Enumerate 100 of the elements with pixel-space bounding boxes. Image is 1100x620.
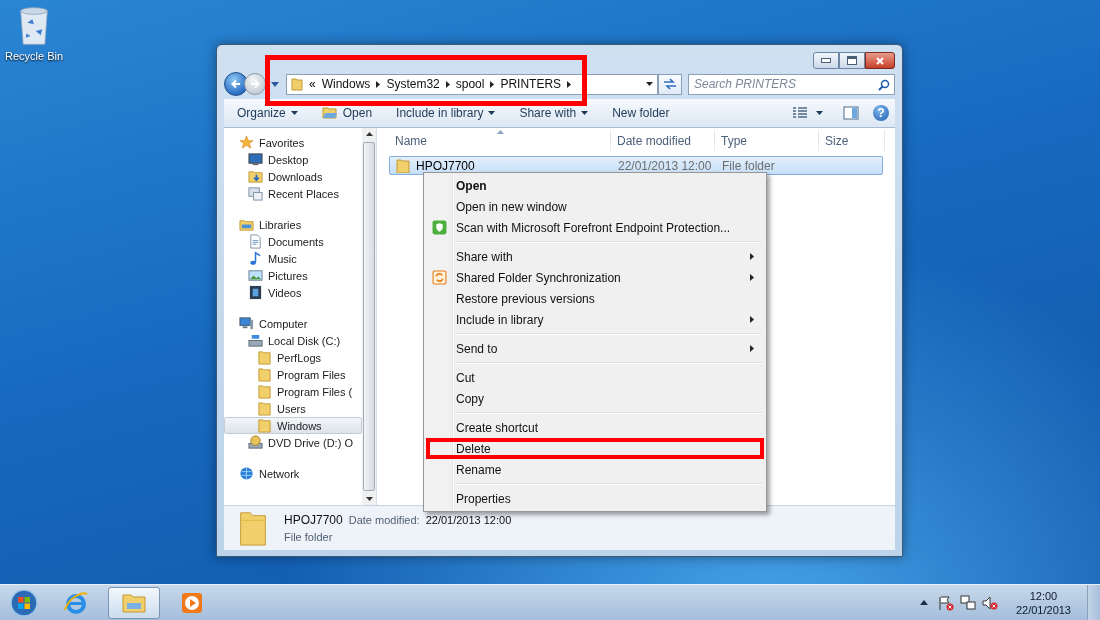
menu-item[interactable]: Delete xyxy=(426,438,765,459)
nav-item[interactable]: PerfLogs xyxy=(224,349,362,366)
nav-item[interactable]: Desktop xyxy=(224,151,362,168)
document-icon xyxy=(248,234,263,249)
minimize-button[interactable] xyxy=(813,52,839,69)
caret-icon[interactable] xyxy=(271,81,279,87)
menu-item[interactable]: Open in new window xyxy=(426,196,765,217)
breadcrumb[interactable]: spool xyxy=(455,77,485,91)
menu-item[interactable]: Create shortcut xyxy=(426,417,765,438)
toolbar-button[interactable]: Share with xyxy=(512,103,596,123)
recent-places-icon xyxy=(248,186,263,201)
windows-orb-icon xyxy=(9,587,39,618)
sort-arrow-icon xyxy=(496,130,504,134)
close-button[interactable] xyxy=(865,52,895,69)
show-hidden-icons-caret[interactable] xyxy=(919,600,928,605)
nav-item[interactable]: Users xyxy=(224,400,362,417)
nav-item[interactable]: Videos xyxy=(224,284,362,301)
clock-date: 22/01/2013 xyxy=(1015,602,1071,617)
folder-icon xyxy=(257,350,272,365)
toolbar-button[interactable]: Include in library xyxy=(389,103,503,123)
nav-item[interactable]: Music xyxy=(224,250,362,267)
menu-item[interactable]: Scan with Microsoft Forefront Endpoint Protection... xyxy=(426,217,765,238)
chevron-icon[interactable] xyxy=(445,80,450,88)
file-name: HPOJ7700 xyxy=(416,158,475,173)
breadcrumb[interactable]: Windows xyxy=(321,77,371,91)
menu-item[interactable]: Open xyxy=(426,175,765,196)
refresh-button[interactable] xyxy=(658,73,682,95)
item-name: HPOJ7700 xyxy=(284,513,343,527)
nav-item[interactable]: Favorites xyxy=(224,134,362,151)
menu-item[interactable]: Cut xyxy=(426,367,765,388)
folder-icon xyxy=(257,384,272,399)
disc-drive-icon xyxy=(248,435,263,450)
film-icon xyxy=(248,285,263,300)
folder-icon xyxy=(396,158,410,173)
flag-icon[interactable] xyxy=(937,594,954,611)
muted-speaker-icon[interactable] xyxy=(981,594,998,611)
taskbar-button[interactable] xyxy=(108,586,160,619)
nav-item[interactable]: Recent Places xyxy=(224,185,362,202)
breadcrumb[interactable]: System32 xyxy=(386,77,440,91)
menu-item[interactable]: Properties xyxy=(426,488,765,509)
caret-icon xyxy=(290,111,298,115)
nav-item[interactable]: Pictures xyxy=(224,267,362,284)
column-header[interactable]: Date modified xyxy=(611,130,715,151)
picture-icon xyxy=(248,268,263,283)
search-icon[interactable] xyxy=(878,78,890,91)
nav-item[interactable]: DVD Drive (D:) O xyxy=(224,434,362,451)
clock-time: 12:00 xyxy=(1029,588,1058,603)
globe-icon xyxy=(239,466,254,481)
scroll-down-arrow-icon[interactable] xyxy=(365,497,373,501)
file-date: 22/01/2013 12:00 xyxy=(617,158,713,173)
view-list-icon[interactable] xyxy=(792,106,808,120)
column-header[interactable]: Type xyxy=(715,130,819,151)
column-header[interactable]: Name xyxy=(389,130,611,151)
menu-item[interactable]: Rename xyxy=(426,459,765,480)
toolbar-button[interactable]: Open xyxy=(314,103,380,123)
browser-icon xyxy=(63,589,89,616)
recycle-bin-icon[interactable] xyxy=(17,6,51,46)
breadcrumb[interactable]: PRINTERS xyxy=(500,77,562,91)
menu-item[interactable]: Restore previous versions xyxy=(426,288,765,309)
chevron-icon[interactable] xyxy=(490,80,495,88)
library-icon xyxy=(239,217,254,232)
nav-item[interactable]: Computer xyxy=(224,315,362,332)
music-note-icon xyxy=(248,251,263,266)
scrollbar-thumb[interactable] xyxy=(363,142,375,491)
scrollbar-track[interactable] xyxy=(362,128,376,505)
network-icon[interactable] xyxy=(959,594,976,611)
computer-icon xyxy=(239,316,254,331)
column-header[interactable]: Size xyxy=(819,130,885,151)
menu-item[interactable]: Include in library xyxy=(426,309,765,330)
chevron-icon[interactable] xyxy=(376,80,381,88)
dropdown-caret-icon[interactable] xyxy=(646,82,653,86)
submenu-arrow-icon xyxy=(750,253,755,260)
maximize-button[interactable] xyxy=(839,52,865,69)
nav-item[interactable]: Local Disk (C:) xyxy=(224,332,362,349)
overflow-chevron[interactable]: « xyxy=(309,77,316,91)
scroll-up-arrow-icon[interactable] xyxy=(365,132,373,136)
folder-icon xyxy=(238,509,268,547)
caret-icon xyxy=(581,111,589,115)
nav-item[interactable]: Windows xyxy=(224,417,362,434)
nav-item[interactable]: Network xyxy=(224,465,362,482)
nav-item[interactable]: Documents xyxy=(224,233,362,250)
back-button[interactable] xyxy=(224,72,248,96)
toolbar-button[interactable]: New folder xyxy=(605,103,677,123)
menu-item[interactable]: Share with xyxy=(426,246,765,267)
menu-item[interactable]: Send to xyxy=(426,338,765,359)
address-bar[interactable]: « Windows System32 spool PRINTERS xyxy=(286,73,658,95)
nav-item[interactable]: Downloads xyxy=(224,168,362,185)
menu-item[interactable]: Copy xyxy=(426,388,765,409)
folder-icon xyxy=(291,77,303,91)
menu-item[interactable]: Shared Folder Synchronization xyxy=(426,267,765,288)
clock[interactable]: 12:00 22/01/2013 xyxy=(1015,588,1071,617)
nav-item[interactable]: Program Files ( xyxy=(224,383,362,400)
search-field[interactable]: Search PRINTERS xyxy=(688,73,895,95)
toolbar-button[interactable]: Organize xyxy=(230,103,305,123)
nav-item[interactable]: Program Files xyxy=(224,366,362,383)
nav-item[interactable]: Libraries xyxy=(224,216,362,233)
refresh-icon xyxy=(663,78,677,90)
chevron-icon[interactable] xyxy=(567,80,572,88)
hard-drive-icon xyxy=(248,333,263,348)
caret-icon[interactable] xyxy=(816,111,823,115)
